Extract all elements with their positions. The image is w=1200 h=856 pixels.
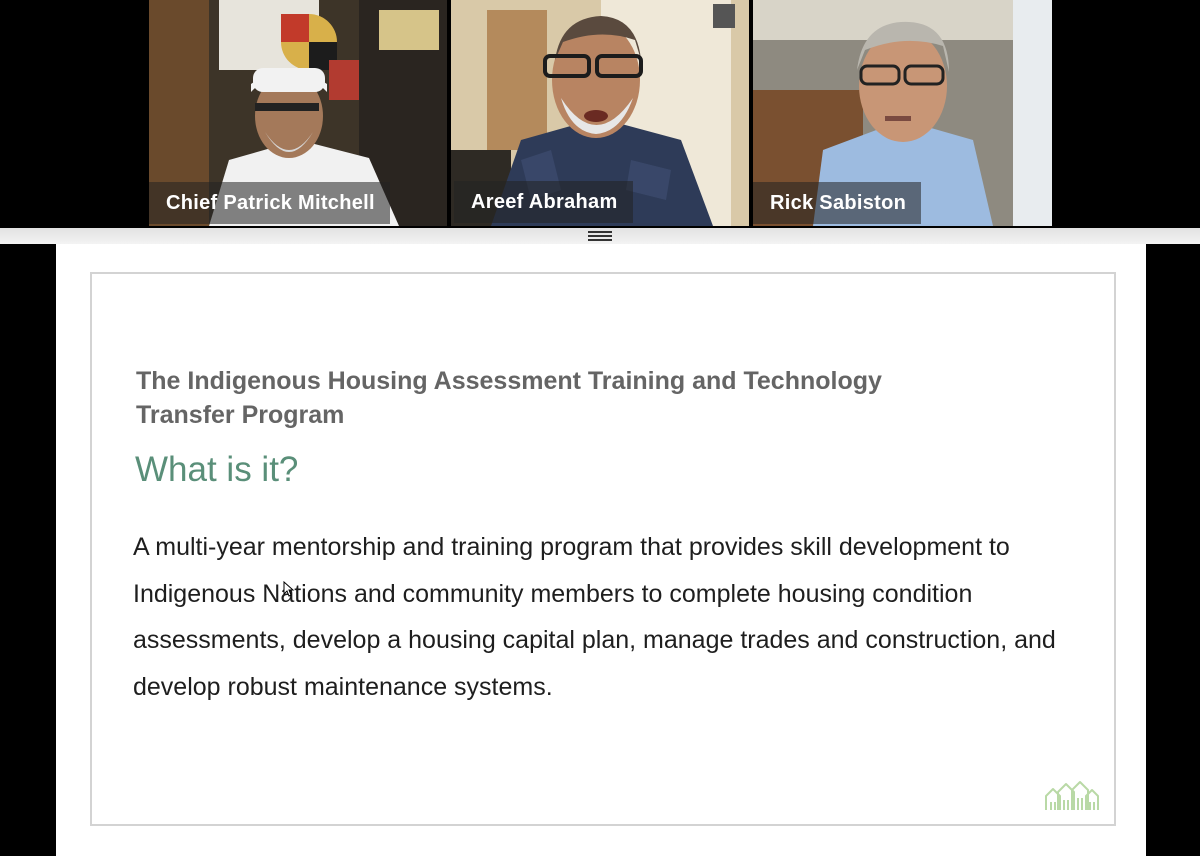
slide-body-text: A multi-year mentorship and training pro… <box>133 533 1056 701</box>
participant-name-label: Chief Patrick Mitchell <box>149 182 390 224</box>
participant-name-label: Areef Abraham <box>454 181 633 223</box>
slide-title: The Indigenous Housing Assessment Traini… <box>136 367 882 429</box>
active-speaker-video-tile[interactable]: Areef Abraham <box>451 0 749 226</box>
drag-handle-icon[interactable] <box>588 231 612 241</box>
participant-name-label: Rick Sabiston <box>753 182 922 224</box>
video-strip: Chief Patrick Mitchell Areef Abraham Ric… <box>0 0 1200 228</box>
video-panel-splitter[interactable] <box>0 228 1200 244</box>
participant-video-tile[interactable]: Rick Sabiston <box>753 0 1052 226</box>
mouse-pointer-icon <box>283 581 295 597</box>
slide-subtitle: What is it? <box>135 450 299 489</box>
slide-frame: The Indigenous Housing Assessment Traini… <box>90 272 1116 826</box>
participant-video-tile[interactable]: Chief Patrick Mitchell <box>149 0 447 226</box>
shared-screen-slide: The Indigenous Housing Assessment Traini… <box>56 244 1146 856</box>
houses-logo-icon <box>1045 781 1099 810</box>
